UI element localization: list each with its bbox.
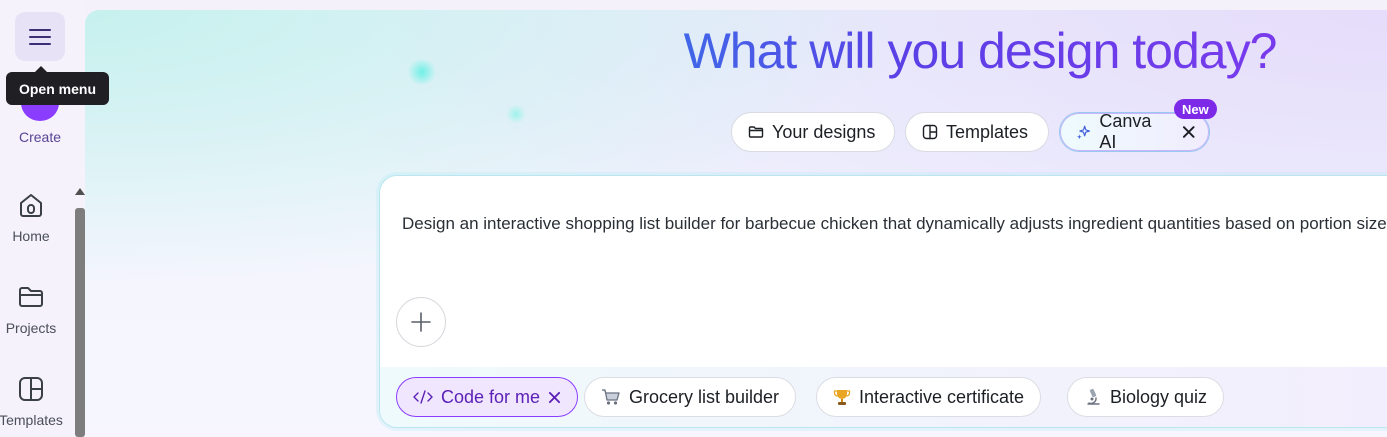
close-icon[interactable]	[1182, 125, 1195, 139]
open-menu-button[interactable]	[15, 12, 65, 61]
chip-label: Code for me	[441, 386, 541, 407]
prompt-card: Design an interactive shopping list buil…	[379, 175, 1387, 428]
close-icon[interactable]	[548, 391, 561, 404]
chip-label: Grocery list builder	[629, 386, 780, 407]
suggestion-chips: Code for me Grocery list builder Interac…	[380, 367, 1387, 427]
page-title: What will you design today?	[640, 22, 1320, 80]
sidebar-item-templates[interactable]: Templates	[0, 372, 63, 428]
decorative-glow	[406, 60, 438, 84]
tab-templates[interactable]: Templates	[905, 112, 1049, 152]
templates-icon	[922, 124, 938, 140]
folder-icon	[14, 280, 48, 314]
home-icon	[14, 188, 48, 222]
chip-code-for-me[interactable]: Code for me	[396, 377, 579, 417]
tab-label: Templates	[946, 121, 1029, 142]
chip-biology-quiz[interactable]: Biology quiz	[1067, 377, 1225, 417]
sidebar-item-label: Templates	[0, 412, 63, 428]
chip-grocery-list-builder[interactable]: Grocery list builder	[584, 377, 797, 417]
create-label: Create	[18, 129, 62, 145]
sidebar-item-label: Home	[12, 228, 50, 244]
chip-interactive-certificate[interactable]: Interactive certificate	[816, 377, 1042, 417]
new-badge: New	[1174, 99, 1217, 119]
add-attachment-button[interactable]	[396, 297, 446, 347]
scroll-up-arrow-icon[interactable]	[75, 188, 85, 195]
cart-icon	[602, 389, 620, 405]
folder-icon	[748, 126, 764, 138]
hamburger-icon	[29, 28, 51, 45]
sidebar-item-projects[interactable]: Projects	[0, 280, 62, 336]
tab-label: Canva AI	[1099, 111, 1152, 152]
sidebar-item-label: Projects	[5, 320, 57, 336]
code-icon	[413, 390, 433, 404]
plus-icon	[411, 312, 431, 332]
templates-icon	[14, 372, 48, 406]
prompt-input[interactable]: Design an interactive shopping list buil…	[402, 210, 1387, 237]
open-menu-tooltip: Open menu	[6, 66, 109, 105]
tab-your-designs[interactable]: Your designs	[731, 112, 895, 152]
chip-label: Interactive certificate	[859, 386, 1025, 407]
trophy-icon	[833, 390, 851, 405]
sidebar: Open menu Create Home Projects Templates	[0, 0, 109, 437]
sidebar-item-home[interactable]: Home	[0, 188, 62, 244]
scrollbar-thumb[interactable]	[75, 208, 85, 437]
tab-label: Your designs	[772, 121, 876, 142]
chip-label: Biology quiz	[1110, 386, 1208, 407]
decorative-glow	[506, 104, 526, 124]
microscope-icon	[1087, 388, 1100, 405]
sparkle-icon	[1076, 125, 1091, 140]
